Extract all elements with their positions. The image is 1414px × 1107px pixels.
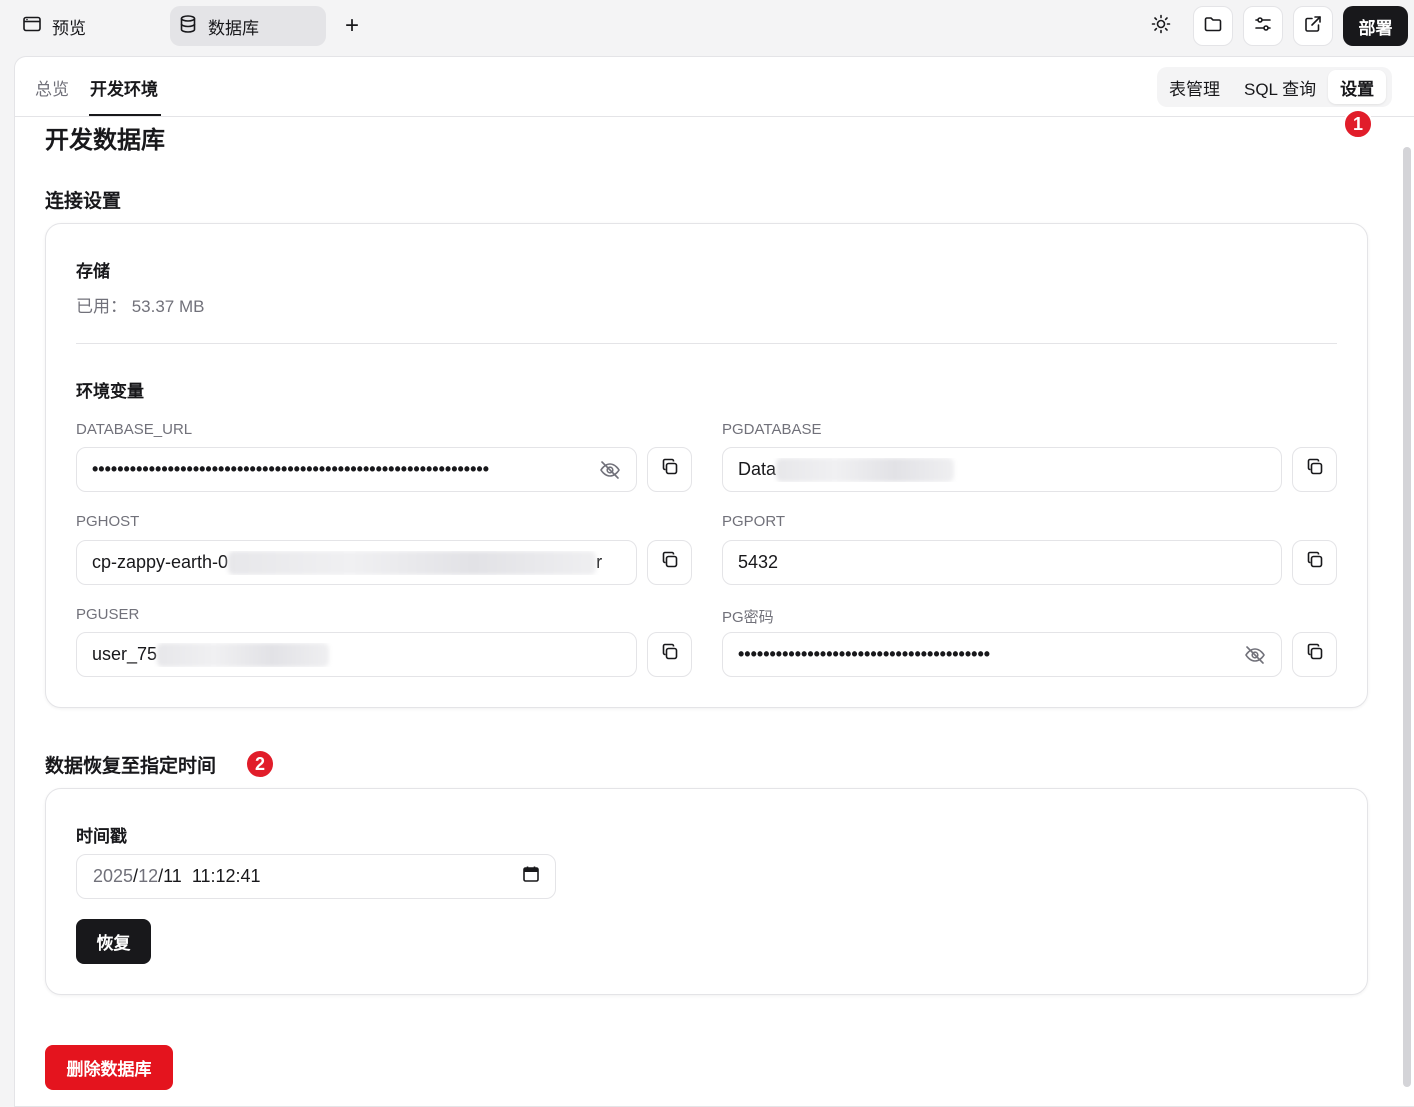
folder-button[interactable] (1193, 6, 1233, 46)
sliders-icon (1253, 14, 1273, 39)
redacted-blur (228, 550, 597, 575)
deploy-button[interactable]: 部署 (1343, 6, 1408, 46)
storage-title: 存储 (76, 262, 110, 281)
settings-sliders-button[interactable] (1243, 6, 1283, 46)
pguser-label: PGUSER (76, 606, 140, 623)
active-tab-indicator (89, 114, 161, 116)
annotation-badge-2: 2 (245, 749, 275, 779)
pgport-value: 5432 (738, 552, 779, 572)
copy-database-url-button[interactable] (647, 447, 692, 492)
date-day: 11 (163, 866, 182, 886)
pghost-label: PGHOST (76, 513, 140, 530)
copy-icon (660, 642, 680, 667)
pgpassword-label: PG密码 (722, 609, 774, 626)
external-link-icon (1303, 14, 1323, 39)
scrollbar[interactable] (1403, 147, 1411, 1087)
browser-window-icon (22, 14, 42, 39)
database-icon (178, 14, 198, 39)
sub-navigation: 总览 开发环境 表管理 SQL 查询 设置 (15, 57, 1414, 117)
restore-heading: 数据恢复至指定时间 (45, 756, 217, 777)
pguser-field[interactable]: user_75 (76, 632, 637, 677)
annotation-badge-1: 1 (1343, 109, 1373, 139)
tab-database[interactable]: 数据库 (170, 6, 326, 46)
database-url-label: DATABASE_URL (76, 421, 193, 438)
copy-pgdatabase-button[interactable] (1292, 447, 1337, 492)
redacted-blur (776, 457, 955, 482)
date-year: 2025 (93, 866, 134, 886)
top-bar: 预览 数据库 + 部署 (0, 0, 1414, 56)
copy-pguser-button[interactable] (647, 632, 692, 677)
date-month: 12 (138, 866, 159, 886)
database-url-value: ••••••••••••••••••••••••••••••••••••••••… (92, 459, 490, 479)
timestamp-label: 时间戳 (76, 827, 127, 846)
view-switcher: 表管理 SQL 查询 设置 (1157, 67, 1392, 107)
tab-preview[interactable]: 预览 (14, 6, 154, 46)
pguser-value: user_75 (92, 643, 158, 664)
timestamp-input[interactable]: 2025/12/11 11:12:41 (76, 854, 556, 899)
connection-settings-heading: 连接设置 (45, 191, 122, 212)
copy-icon (1305, 457, 1325, 482)
main-panel: 总览 开发环境 表管理 SQL 查询 设置 1 开发数据库 连接设置 存储 已用… (14, 56, 1414, 1107)
copy-icon (660, 457, 680, 482)
time-value: 11:12:41 (191, 866, 261, 886)
tab-dev-environment[interactable]: 开发环境 (90, 75, 158, 100)
eye-off-icon[interactable] (599, 459, 621, 481)
pgdatabase-field[interactable]: Data (722, 447, 1282, 492)
open-external-button[interactable] (1293, 6, 1333, 46)
copy-pghost-button[interactable] (647, 540, 692, 585)
pgdatabase-label: PGDATABASE (722, 421, 822, 438)
copy-icon (1305, 550, 1325, 575)
pghost-field[interactable]: cp-zappy-earth-0 r (76, 540, 637, 585)
segment-settings[interactable]: 设置 (1328, 70, 1387, 104)
storage-used: 已用： 53.37 MB (76, 297, 205, 316)
eye-off-icon[interactable] (1244, 644, 1266, 666)
redacted-blur (157, 642, 330, 667)
copy-icon (660, 550, 680, 575)
tab-database-label: 数据库 (208, 18, 259, 38)
pgpassword-field[interactable]: •••••••••••••••••••••••••••••••••••••••• (722, 632, 1282, 677)
connection-settings-card: 存储 已用： 53.37 MB 环境变量 DATABASE_URL ••••••… (45, 223, 1368, 708)
delete-database-button[interactable]: 删除数据库 (45, 1045, 173, 1090)
pgport-field[interactable]: 5432 (722, 540, 1282, 585)
copy-pgport-button[interactable] (1292, 540, 1337, 585)
segment-table-management[interactable]: 表管理 (1157, 70, 1232, 104)
theme-toggle-button[interactable] (1141, 6, 1181, 46)
pghost-value: cp-zappy-earth-0 (92, 551, 229, 572)
database-url-field[interactable]: ••••••••••••••••••••••••••••••••••••••••… (76, 447, 637, 492)
add-tab-button[interactable]: + (336, 10, 368, 42)
restore-card: 时间戳 2025/12/11 11:12:41 恢复 (45, 788, 1368, 995)
calendar-icon[interactable] (522, 865, 540, 888)
copy-icon (1305, 642, 1325, 667)
tab-preview-label: 预览 (52, 18, 86, 38)
pgport-label: PGPORT (722, 513, 786, 530)
page-title: 开发数据库 (45, 127, 165, 154)
tab-overview[interactable]: 总览 (35, 75, 69, 100)
pghost-value-tail: r (596, 551, 603, 572)
divider (76, 343, 1337, 344)
segment-sql-query[interactable]: SQL 查询 (1232, 70, 1328, 104)
copy-pgpassword-button[interactable] (1292, 632, 1337, 677)
env-vars-title: 环境变量 (76, 382, 144, 401)
folder-icon (1203, 14, 1223, 39)
pgpassword-value: •••••••••••••••••••••••••••••••••••••••• (738, 644, 991, 664)
pgdatabase-value: Data (738, 458, 777, 479)
restore-button[interactable]: 恢复 (76, 919, 151, 964)
sun-icon (1151, 14, 1171, 39)
